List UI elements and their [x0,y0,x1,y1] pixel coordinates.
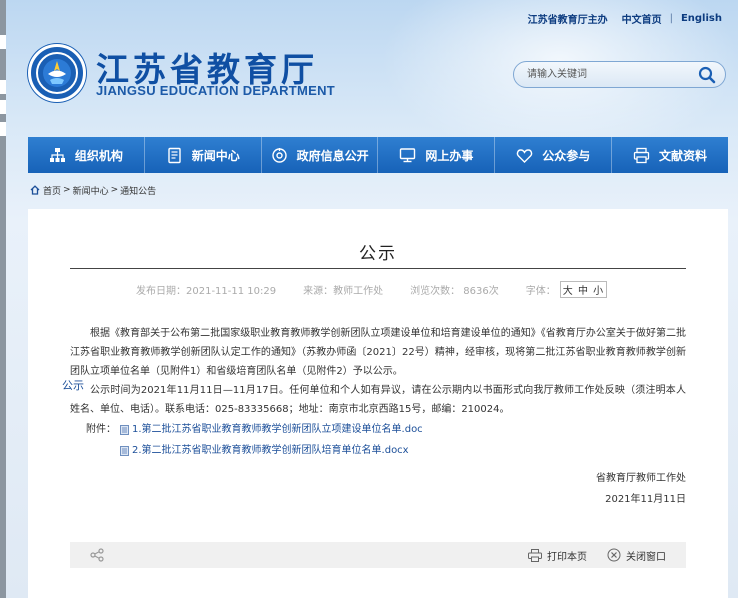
doc-file-icon [120,424,129,435]
attachments-label: 附件： [86,424,116,435]
article-source: 来源：教师工作处 [303,286,384,297]
article-card: 公示 发布日期：2021-11-11 10:29 来源：教师工作处 浏览次数： … [28,209,728,598]
top-links-separator: | [669,12,673,24]
print-label: 打印本页 [547,551,587,563]
related-article-link[interactable]: 公示 [62,377,84,393]
signer: 省教育厅教师工作处 [596,473,686,484]
title-divider [70,268,686,269]
article-body: 根据《教育部关于公布第二批国家级职业教育教师教学创新团队立项建设单位和培育建设单… [70,324,686,509]
chinese-home-link[interactable]: 中文首页 [622,11,662,26]
attachment-link-2[interactable]: 2.第二批江苏省职业教育教师教学创新团队培育单位名单.docx [120,441,409,460]
print-button[interactable]: 打印本页 [528,548,587,563]
document-icon [168,147,181,163]
breadcrumb-home[interactable]: 首页 [43,184,61,197]
monitor-icon [400,147,416,162]
search-icon[interactable] [698,66,716,84]
breadcrumb-separator: > [110,185,119,195]
sign-date: 2021年11月11日 [605,494,686,505]
breadcrumb-notice[interactable]: 通知公告 [120,184,156,197]
target-icon [271,147,287,163]
search-box [513,61,726,88]
attachment-row: 附件： 1.第二批江苏省职业教育教师教学创新团队立项建设单位名单.doc [70,419,686,440]
nav-item-organization[interactable]: 组织机构 [28,137,145,173]
share-icon[interactable] [90,548,104,562]
english-link[interactable]: English [681,13,722,24]
nav-item-public-participation[interactable]: 公众参与 [495,137,613,173]
top-links: 江苏省教育厅主办 中文首页 | English [527,11,722,26]
publish-date: 发布日期：2021-11-11 10:29 [136,286,277,297]
org-chart-icon [49,147,65,162]
article-meta: 发布日期：2021-11-11 10:29 来源：教师工作处 浏览次数： 863… [136,281,608,298]
sponsor-text: 江苏省教育厅主办 [527,14,608,26]
heart-icon [516,148,533,163]
printer-icon [528,548,542,562]
main-nav: 组织机构 新闻中心 政府信息公开 网上办事 公众参与 文献资料 [28,137,728,173]
nav-label: 公众参与 [542,148,591,163]
nav-label: 文献资料 [659,148,708,163]
article-title: 公示 [359,244,397,264]
nav-label: 组织机构 [74,148,123,163]
article-paragraph: 公示时间为2021年11月11日—11月17日。任何单位和个人如有异议，请在公示… [70,385,686,415]
article-paragraph: 根据《教育部关于公布第二批国家级职业教育教师教学创新团队立项建设单位和培育建设单… [70,328,686,377]
close-circle-icon [607,548,621,562]
close-label: 关闭窗口 [626,551,666,563]
font-size-selector[interactable]: 大 中 小 [559,281,608,298]
home-icon [30,185,40,195]
doc-file-icon [120,445,129,456]
window-left-edge [0,0,6,598]
nav-item-online-service[interactable]: 网上办事 [378,137,496,173]
article-toolbar: 打印本页 关闭窗口 [70,542,686,568]
nav-item-gov-info[interactable]: 政府信息公开 [262,137,379,173]
nav-item-documents[interactable]: 文献资料 [612,137,728,173]
attachment-link-1[interactable]: 1.第二批江苏省职业教育教师教学创新团队立项建设单位名单.doc [120,420,423,439]
attachment-name: 2.第二批江苏省职业教育教师教学创新团队培育单位名单.docx [132,445,409,456]
nav-label: 新闻中心 [191,148,240,163]
attachment-row: 2.第二批江苏省职业教育教师教学创新团队培育单位名单.docx [70,440,686,461]
nav-label: 政府信息公开 [296,148,369,163]
logo-emblem-icon[interactable] [28,44,86,102]
breadcrumb: 首页 > 新闻中心 > 通知公告 [30,184,156,197]
breadcrumb-separator: > [63,185,71,195]
nav-label: 网上办事 [425,148,474,163]
breadcrumb-news[interactable]: 新闻中心 [73,184,109,197]
font-size-label: 字体： [525,286,556,297]
logo-title-en: JIANGSU EDUCATION DEPARTMENT [96,83,336,98]
printer-icon [633,147,650,163]
nav-item-news[interactable]: 新闻中心 [145,137,262,173]
close-window-button[interactable]: 关闭窗口 [607,548,666,563]
view-count: 浏览次数： 8636次 [410,286,499,297]
attachment-name: 1.第二批江苏省职业教育教师教学创新团队立项建设单位名单.doc [132,424,423,435]
search-input[interactable] [527,64,687,85]
